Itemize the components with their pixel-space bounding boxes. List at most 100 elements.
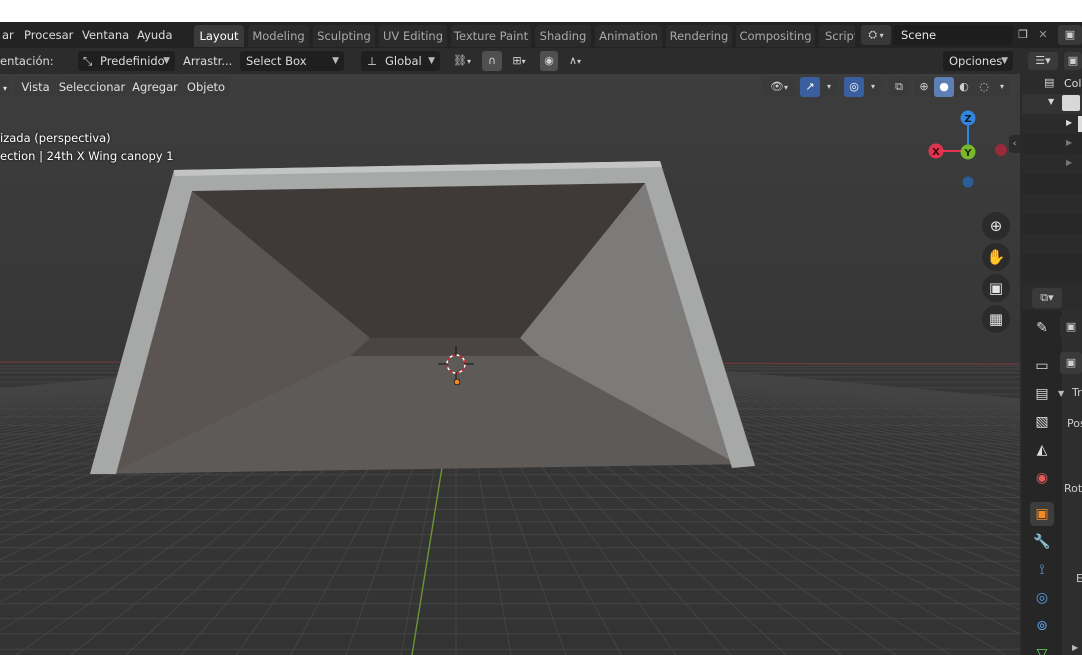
- outliner-row: [1022, 174, 1082, 194]
- scene-icon: ⛭: [868, 28, 878, 41]
- data-tab-icon[interactable]: ▽: [1030, 642, 1054, 655]
- object-tab-icon[interactable]: ▣: [1030, 502, 1054, 526]
- collection-icon: ▤: [1044, 76, 1055, 89]
- options-dropdown[interactable]: Opciones ▼: [943, 51, 1013, 71]
- menu-help[interactable]: Ayuda: [137, 22, 173, 48]
- pan-hand-icon[interactable]: ✋: [982, 243, 1010, 271]
- outliner-row[interactable]: ▼: [1022, 94, 1082, 114]
- menu-select[interactable]: Seleccionar: [57, 77, 127, 97]
- overlays-toggle-icon[interactable]: ◎: [844, 77, 864, 97]
- menu-window[interactable]: Ventana: [82, 22, 129, 48]
- tab-shading[interactable]: Shading: [535, 25, 591, 47]
- top-bar: ar Procesar Ventana Ayuda Layout Modelin…: [0, 22, 1082, 48]
- chevron-down-icon[interactable]: ▾: [994, 77, 1010, 97]
- chevron-down-icon[interactable]: ▾: [865, 77, 881, 97]
- snap-element-button[interactable]: ⊞▾: [503, 51, 535, 71]
- chevron-right-icon: ▶: [1066, 118, 1073, 127]
- outliner-header: ☰▾ ▣: [1022, 48, 1082, 74]
- constraints-tab-icon[interactable]: ⊚: [1030, 614, 1054, 638]
- tab-uv-editing[interactable]: UV Editing: [379, 25, 447, 47]
- material-shading-icon[interactable]: ◐: [954, 77, 974, 97]
- view-layer-tab-icon[interactable]: ▧: [1030, 410, 1054, 434]
- tab-animation[interactable]: Animation: [595, 25, 662, 47]
- wireframe-shading-icon[interactable]: ⊕: [914, 77, 934, 97]
- menu-object[interactable]: Objeto: [183, 77, 229, 97]
- gizmo-neg-x[interactable]: [995, 144, 1007, 156]
- pivot-point-button[interactable]: ⛓▾: [446, 51, 478, 71]
- xray-toggle-icon[interactable]: ⧉: [889, 77, 909, 97]
- gizmo-neg-z[interactable]: [962, 176, 974, 188]
- output-tab-icon[interactable]: ▤: [1030, 382, 1054, 406]
- close-icon[interactable]: ✕: [1034, 25, 1052, 45]
- outliner-row[interactable]: ▶: [1022, 134, 1082, 154]
- particles-tab-icon[interactable]: ⟟: [1030, 558, 1054, 582]
- sidebar-toggle-icon[interactable]: ‹: [1009, 135, 1020, 153]
- menu-render[interactable]: Procesar: [24, 22, 73, 48]
- chevron-down-icon: ▼: [428, 56, 435, 66]
- scene-name-field[interactable]: Scene: [893, 25, 1013, 45]
- outliner-row[interactable]: ▶: [1022, 114, 1082, 134]
- tab-compositing[interactable]: Compositing: [736, 25, 815, 47]
- outliner-row[interactable]: ▶: [1022, 154, 1082, 174]
- solid-shading-icon[interactable]: ●: [934, 77, 954, 97]
- proportional-edit-icon[interactable]: ◉: [540, 51, 558, 71]
- editor-type-chevron-icon[interactable]: ▾: [0, 77, 10, 97]
- outliner-row: [1022, 214, 1082, 234]
- 3d-viewport[interactable]: Z X Y izada (perspectiva) ection | 24th …: [0, 74, 1020, 655]
- snap-increment-icon: ⊞: [512, 54, 522, 67]
- chevron-down-icon: ▾: [877, 31, 884, 40]
- modifier-wrench-icon[interactable]: 🔧: [1030, 530, 1054, 554]
- scene-collection-label: Col: [1064, 77, 1082, 90]
- menu-file[interactable]: ar: [2, 22, 14, 48]
- location-label: Pos: [1067, 417, 1082, 430]
- falloff-button[interactable]: ∧▾: [560, 51, 590, 71]
- tab-rendering[interactable]: Rendering: [666, 25, 732, 47]
- chevron-down-icon: ▼: [1001, 56, 1008, 66]
- object-icon: [1078, 116, 1082, 132]
- world-tab-icon[interactable]: ◉: [1030, 466, 1054, 490]
- tool-tab-icon[interactable]: ✎: [1030, 316, 1054, 340]
- viewport-header: ▾ Vista Seleccionar Agregar Objeto 👁▾ ↗ …: [0, 74, 1020, 100]
- canopy-bottom-rim: [350, 338, 540, 356]
- tab-modeling[interactable]: Modeling: [248, 25, 309, 47]
- drag-value: Select Box: [246, 54, 307, 68]
- camera-view-icon[interactable]: ▣: [982, 274, 1010, 302]
- outliner-row[interactable]: ▤ Col: [1022, 74, 1082, 94]
- canopy-mesh[interactable]: [90, 161, 755, 474]
- object-data-selector[interactable]: ▣: [1060, 352, 1082, 374]
- menu-add[interactable]: Agregar: [128, 77, 182, 97]
- blender-window: ar Procesar Ventana Ayuda Layout Modelin…: [0, 22, 1082, 655]
- outliner-display-mode-icon[interactable]: ☰▾: [1028, 52, 1058, 70]
- collection-icon: [1062, 95, 1080, 111]
- gizmo-y-label: Y: [963, 148, 972, 159]
- gizmo-toggle-icon[interactable]: ↗: [800, 77, 820, 97]
- ortho-grid-icon[interactable]: ▦: [982, 305, 1010, 333]
- drag-dropdown[interactable]: Select Box ▼: [240, 51, 344, 71]
- render-tab-icon[interactable]: ▭: [1030, 354, 1054, 378]
- editor-type-icon[interactable]: ⧉▾: [1032, 288, 1062, 308]
- scene-selector-button[interactable]: ⛭ ▾: [861, 25, 891, 45]
- copy-scene-icon[interactable]: ❐: [1014, 25, 1032, 45]
- gizmo-z-label: Z: [964, 114, 971, 125]
- menu-view[interactable]: Vista: [15, 77, 56, 97]
- properties-panel: ⧉▾ ✎ ▭ ▤ ▧ ◭ ◉ ▣ 🔧 ⟟ ◎ ⊚ ▽ ▣ ▣ ▼ Tr Pos …: [1022, 286, 1082, 655]
- tab-layout[interactable]: Layout: [194, 25, 244, 47]
- scale-label: E: [1076, 572, 1082, 585]
- tab-sculpting[interactable]: Sculpting: [313, 25, 375, 47]
- scene-tab-icon[interactable]: ◭: [1030, 438, 1054, 462]
- eye-icon: 👁: [770, 80, 784, 93]
- physics-tab-icon[interactable]: ◎: [1030, 586, 1054, 610]
- transform-section-label[interactable]: Tr: [1072, 386, 1082, 399]
- transform-space-dropdown[interactable]: ⊥ Global ▼: [361, 51, 440, 71]
- orientation-dropdown[interactable]: ⤡ Predefinido ▼: [78, 51, 175, 71]
- tab-scripting[interactable]: Script: [819, 25, 855, 47]
- chevron-down-icon[interactable]: ▾: [821, 77, 837, 97]
- zoom-icon[interactable]: ⊕: [982, 212, 1010, 240]
- rendered-shading-icon[interactable]: ◌: [974, 77, 994, 97]
- snap-toggle-icon[interactable]: ∩: [482, 51, 502, 71]
- visibility-button[interactable]: 👁▾: [763, 77, 795, 97]
- filter-icon[interactable]: ▣: [1064, 52, 1082, 70]
- tab-texture-paint[interactable]: Texture Paint: [451, 25, 531, 47]
- object-origin: [453, 378, 461, 386]
- view-layer-icon[interactable]: ▣: [1058, 25, 1082, 45]
